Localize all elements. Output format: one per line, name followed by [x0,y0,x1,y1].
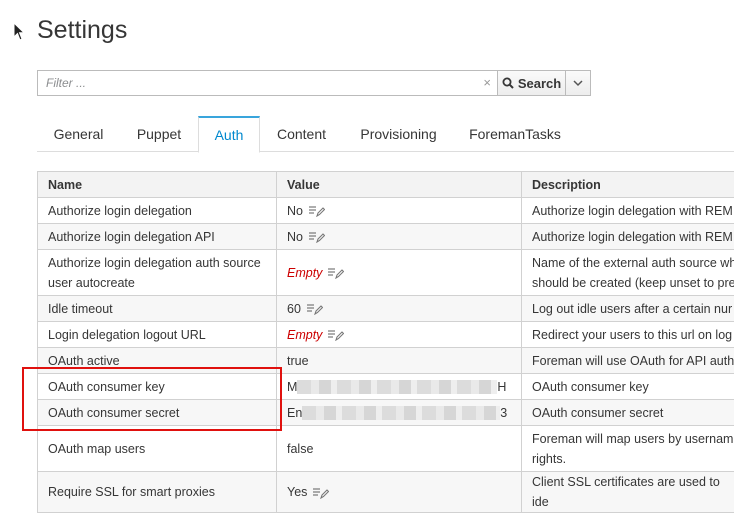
setting-description: Foreman will map users by usernam rights… [522,426,734,472]
settings-table: Name Value Description Authorize login d… [37,171,734,513]
mouse-cursor-icon [13,22,27,42]
page-title: Settings [37,16,127,45]
setting-name: OAuth consumer key [38,374,277,400]
table-row: OAuth consumer secret En 3 OAuth consumer… [38,400,734,426]
setting-description: Authorize login delegation with REM [522,224,734,250]
search-options-dropdown[interactable] [565,70,591,96]
column-header-description[interactable]: Description [522,172,734,198]
setting-value[interactable]: Yes [277,472,522,513]
chevron-down-icon [573,80,583,87]
table-row: Authorize login delegation API No Author… [38,224,734,250]
setting-value-text[interactable]: No [287,204,303,218]
setting-name: OAuth consumer secret [38,400,277,426]
setting-value-text: 3 [500,406,507,420]
settings-tabs: General Puppet Auth Content Provisioning… [37,116,734,152]
setting-description: Client SSL certificates are used to ide [522,472,734,513]
setting-value-text: H [497,380,506,394]
edit-icon[interactable] [307,303,323,315]
table-row: OAuth consumer key MH OAuth consumer key [38,374,734,400]
clear-filter-icon[interactable]: × [483,75,491,90]
setting-description: OAuth consumer secret [522,400,734,426]
table-row: Login delegation logout URL Empty Redire… [38,322,734,348]
setting-name: OAuth active [38,348,277,374]
setting-description: Foreman will use OAuth for API auth [522,348,734,374]
tab-content[interactable]: Content [260,116,343,152]
table-row: Require SSL for smart proxies Yes Client… [38,472,734,513]
setting-name: Login delegation logout URL [38,322,277,348]
setting-value: false [277,426,522,472]
table-row: Authorize login delegation No Authorize … [38,198,734,224]
table-row: OAuth active true Foreman will use OAuth… [38,348,734,374]
table-row: Authorize login delegation auth source u… [38,250,734,296]
tab-general[interactable]: General [37,116,120,152]
edit-icon[interactable] [328,267,344,279]
setting-name: Require SSL for smart proxies [38,472,277,513]
edit-icon[interactable] [309,231,325,243]
redacted-value [297,380,497,394]
column-header-value[interactable]: Value [277,172,522,198]
edit-icon[interactable] [328,329,344,341]
tab-auth[interactable]: Auth [198,116,260,153]
setting-value-text[interactable]: Empty [287,266,322,280]
tab-provisioning[interactable]: Provisioning [343,116,454,152]
search-button[interactable]: Search [497,70,566,96]
filter-input[interactable] [38,71,468,95]
setting-name: Authorize login delegation API [38,224,277,250]
table-header-row: Name Value Description [38,172,734,198]
setting-value: En 3 [277,400,522,426]
setting-value-text[interactable]: Yes [287,485,307,499]
edit-icon[interactable] [309,205,325,217]
setting-value: true [277,348,522,374]
column-header-name[interactable]: Name [38,172,277,198]
setting-value[interactable]: 60 [277,296,522,322]
setting-value-text[interactable]: 60 [287,302,301,316]
setting-description: OAuth consumer key [522,374,734,400]
setting-value[interactable]: No [277,198,522,224]
setting-value-text: true [287,354,309,368]
setting-description: Redirect your users to this url on log [522,322,734,348]
setting-value[interactable]: Empty [277,250,522,296]
redacted-value [302,406,500,420]
edit-icon[interactable] [313,487,329,499]
setting-value-text: En [287,406,302,420]
filter-box: × [37,70,498,96]
setting-value-text[interactable]: No [287,230,303,244]
search-icon [502,77,514,89]
table-row: OAuth map users false Foreman will map u… [38,426,734,472]
setting-name: Authorize login delegation auth source u… [38,250,277,296]
setting-value[interactable]: No [277,224,522,250]
table-row: Idle timeout 60 Log out idle users after… [38,296,734,322]
setting-description: Name of the external auth source wh shou… [522,250,734,296]
setting-value: MH [277,374,522,400]
setting-value-text: false [287,442,313,456]
setting-value[interactable]: Empty [277,322,522,348]
setting-value-text[interactable]: Empty [287,328,322,342]
setting-description: Authorize login delegation with REM [522,198,734,224]
setting-name: OAuth map users [38,426,277,472]
setting-description: Log out idle users after a certain nur [522,296,734,322]
search-button-label: Search [518,76,561,91]
setting-name: Authorize login delegation [38,198,277,224]
setting-name: Idle timeout [38,296,277,322]
setting-value-text: M [287,380,297,394]
tab-foremantasks[interactable]: ForemanTasks [454,116,576,152]
tab-puppet[interactable]: Puppet [120,116,198,152]
